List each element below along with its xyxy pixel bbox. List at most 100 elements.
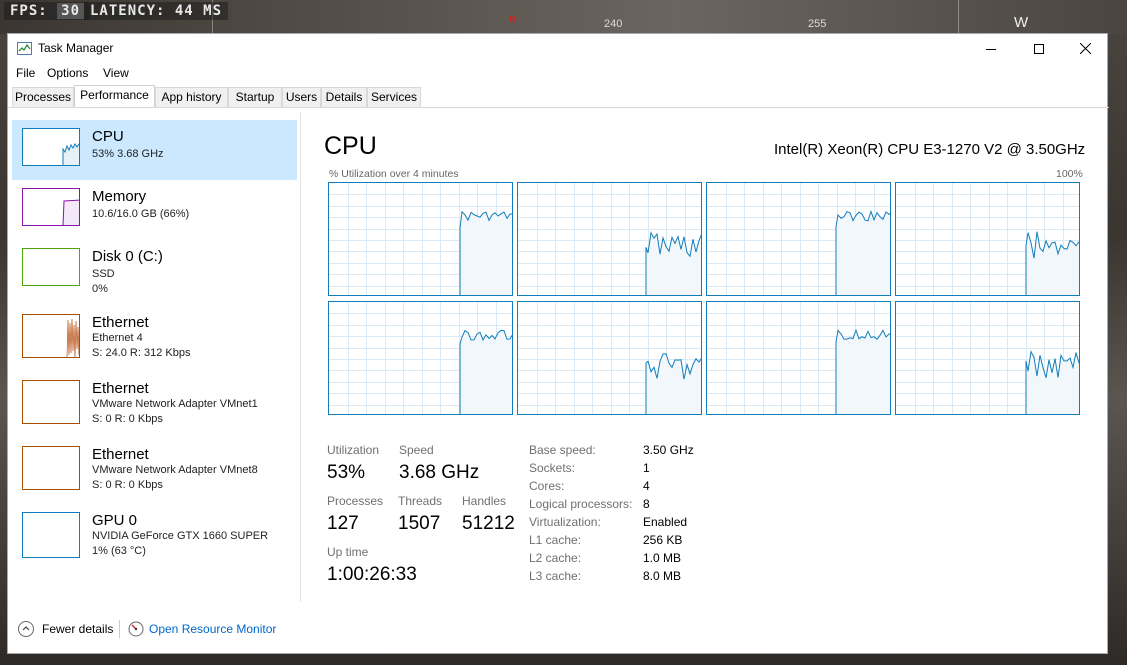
tab-details[interactable]: Details [321, 87, 367, 107]
tab-services[interactable]: Services [367, 87, 421, 107]
graph-area [836, 211, 890, 295]
cpu-core-graph-canvas [518, 183, 701, 295]
sidebar-title-ethernet: Ethernet [92, 446, 149, 463]
cpu-core-graph [895, 301, 1080, 415]
sidebar-item-cpu[interactable]: CPU 53% 3.68 GHz [12, 120, 297, 180]
spec-label: Cores: [529, 479, 565, 493]
cpu-core-graph [517, 301, 702, 415]
footer-divider [119, 620, 120, 638]
spec-value: 1 [643, 461, 650, 475]
sidebar-item-memory[interactable]: Memory 10.6/16.0 GB (66%) [12, 180, 297, 240]
spec-value: 8 [643, 497, 650, 511]
cpu-core-graph [517, 182, 702, 296]
cpu-core-graph [895, 182, 1080, 296]
compass-direction: W [1014, 14, 1029, 31]
sidebar-detail: 0% [92, 283, 108, 295]
page-title: CPU [324, 132, 377, 160]
spec-label: Base speed: [529, 443, 596, 457]
utilization-graph-label: % Utilization over 4 minutes [329, 168, 459, 180]
spec-value: 8.0 MB [643, 569, 682, 583]
speed-value: 3.68 GHz [399, 462, 480, 483]
spec-value: 3.50 GHz [643, 443, 694, 457]
compass-heading: 255 [808, 18, 827, 30]
compass-heading: 240 [604, 18, 623, 30]
spec-value: 1.0 MB [643, 551, 682, 565]
performance-sidebar: CPU 53% 3.68 GHz Memory 10.6/16.0 GB (66… [8, 108, 300, 608]
spec-label: L2 cache: [529, 551, 582, 565]
cpu-core-graph-canvas [329, 302, 512, 414]
cpu-core-graph-canvas [707, 183, 890, 295]
task-manager-icon [17, 42, 32, 55]
sidebar-detail: 53% 3.68 GHz [92, 148, 164, 160]
menu-options[interactable]: Options [47, 66, 88, 80]
latency-readout: LATENCY: 44 MS [84, 2, 229, 20]
chevron-up-icon[interactable] [18, 621, 34, 637]
memory-thumbnail-graph [22, 188, 80, 226]
maximize-icon [1034, 43, 1044, 54]
compass-marker-icon: « [508, 10, 517, 27]
fps-value: 30 [57, 3, 85, 19]
title-bar[interactable]: Task Manager [8, 34, 1109, 63]
sidebar-title-disk: Disk 0 (C:) [92, 248, 163, 265]
cpu-core-graph [328, 182, 513, 296]
menu-bar: File Options View [8, 63, 1109, 83]
spec-value: 256 KB [643, 533, 683, 547]
ethernet-thumbnail-graph [22, 446, 80, 490]
game-hud: FPS: 30 LATENCY: 44 MS « 240 255 W [0, 0, 1127, 34]
utilization-graph-max: 100% [1056, 168, 1083, 180]
ethernet-thumbnail-graph [22, 314, 80, 358]
utilization-label: Utilization [327, 443, 380, 457]
sidebar-item-disk[interactable]: Disk 0 (C:) SSD 0% [12, 240, 297, 300]
sidebar-detail: 1% (63 °C) [92, 545, 146, 557]
task-manager-window: Task Manager File Options View Processes… [7, 33, 1109, 654]
cpu-core-graph-canvas [896, 302, 1079, 414]
sidebar-title-gpu: GPU 0 [92, 512, 138, 529]
sidebar-title-cpu: CPU [92, 128, 124, 145]
tab-users[interactable]: Users [282, 87, 321, 107]
footer: Fewer details Open Resource Monitor [8, 616, 1109, 652]
sidebar-item-ethernet-vmnet1[interactable]: Ethernet VMware Network Adapter VMnet1 S… [12, 372, 297, 432]
sidebar-detail: S: 0 R: 0 Kbps [92, 413, 163, 425]
fewer-details-button[interactable]: Fewer details [42, 622, 113, 636]
close-button[interactable] [1062, 34, 1108, 63]
minimize-button[interactable] [968, 34, 1014, 63]
menu-view[interactable]: View [103, 66, 129, 80]
cpu-thumbnail-graph [22, 128, 80, 166]
sidebar-item-gpu[interactable]: GPU 0 NVIDIA GeForce GTX 1660 SUPER 1% (… [12, 504, 297, 564]
speed-label: Speed [399, 443, 434, 457]
handles-label: Handles [462, 494, 507, 508]
sidebar-item-ethernet-4[interactable]: Ethernet Ethernet 4 S: 24.0 R: 312 Kbps [12, 306, 297, 366]
cpu-core-graph-canvas [329, 183, 512, 295]
menu-file[interactable]: File [16, 66, 35, 80]
processes-value: 127 [327, 513, 359, 534]
spec-label: Logical processors: [529, 497, 633, 511]
sidebar-detail: VMware Network Adapter VMnet1 [92, 398, 258, 410]
latency-value: 44 MS [174, 3, 223, 19]
tab-processes[interactable]: Processes [12, 87, 74, 107]
maximize-button[interactable] [1016, 34, 1062, 63]
uptime-value: 1:00:26:33 [327, 564, 417, 585]
sidebar-detail: NVIDIA GeForce GTX 1660 SUPER [92, 530, 269, 542]
tab-app-history[interactable]: App history [155, 87, 228, 107]
sidebar-detail: S: 0 R: 0 Kbps [92, 479, 163, 491]
tab-performance[interactable]: Performance [74, 85, 155, 108]
cpu-core-graph-canvas [518, 302, 701, 414]
disk-thumbnail-graph [22, 248, 80, 286]
cpu-core-graph-canvas [896, 183, 1079, 295]
processes-label: Processes [327, 494, 384, 508]
spec-value: Enabled [643, 515, 688, 529]
sidebar-title-ethernet: Ethernet [92, 314, 149, 331]
fps-readout: FPS: 30 [4, 2, 91, 20]
cpu-model-name: Intel(R) Xeon(R) CPU E3-1270 V2 @ 3.50GH… [774, 141, 1086, 158]
cpu-core-graph [706, 301, 891, 415]
threads-value: 1507 [398, 513, 441, 534]
sidebar-item-ethernet-vmnet8[interactable]: Ethernet VMware Network Adapter VMnet8 S… [12, 438, 297, 498]
sidebar-divider [300, 112, 301, 602]
fps-label: FPS: [10, 3, 48, 19]
threads-label: Threads [398, 494, 443, 508]
open-resource-monitor-link[interactable]: Open Resource Monitor [149, 622, 276, 636]
tab-startup[interactable]: Startup [228, 87, 282, 107]
uptime-label: Up time [327, 545, 369, 559]
utilization-value: 53% [327, 462, 366, 483]
sidebar-detail: SSD [92, 268, 115, 280]
